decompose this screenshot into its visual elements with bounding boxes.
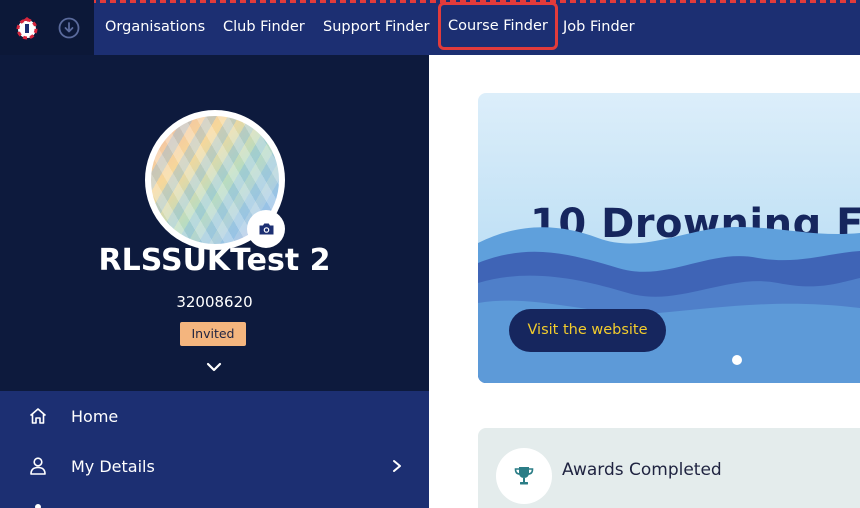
top-navigation-bar: Organisations Club Finder Support Finder… xyxy=(0,0,860,55)
sidebar-item-home[interactable]: Home xyxy=(0,391,429,441)
sidebar-menu: Home My Details xyxy=(0,391,429,508)
home-icon xyxy=(29,408,47,424)
sidebar-item-my-details[interactable]: My Details xyxy=(0,441,429,491)
chevron-right-icon xyxy=(393,460,401,472)
user-name: RLSSUKTest 2 xyxy=(98,243,331,278)
carousel-dot[interactable] xyxy=(732,355,742,365)
nav-support-finder[interactable]: Support Finder xyxy=(323,0,430,55)
nav-organisations[interactable]: Organisations xyxy=(105,0,205,55)
status-badge: Invited xyxy=(180,322,246,346)
awards-completed-card[interactable]: Awards Completed xyxy=(478,428,860,508)
profile-sidebar: RLSSUKTest 2 32008620 Invited Home My De… xyxy=(0,55,429,508)
menu-item-icon xyxy=(35,504,41,508)
avatar-container xyxy=(145,110,285,250)
sidebar-item-partial[interactable] xyxy=(0,491,429,508)
download-circle-icon[interactable] xyxy=(58,17,80,39)
visit-website-button[interactable]: Visit the website xyxy=(509,309,666,352)
nav-club-finder[interactable]: Club Finder xyxy=(223,0,305,55)
waves-illustration xyxy=(478,226,860,383)
sidebar-item-label: Home xyxy=(71,406,119,426)
camera-icon xyxy=(259,223,273,235)
trophy-badge xyxy=(496,448,552,504)
hero-banner[interactable]: 10 Drowning Fa Visit the website xyxy=(478,93,860,383)
trophy-icon xyxy=(514,467,534,485)
rlss-logo-icon[interactable] xyxy=(14,15,40,41)
member-id: 32008620 xyxy=(176,293,253,311)
nav-job-finder[interactable]: Job Finder xyxy=(563,0,635,55)
awards-completed-label: Awards Completed xyxy=(562,460,722,480)
sidebar-item-label: My Details xyxy=(71,456,155,476)
nav-course-finder[interactable]: Course Finder xyxy=(438,2,558,50)
person-icon xyxy=(30,457,46,475)
brand-area xyxy=(0,0,94,55)
main-content: 10 Drowning Fa Visit the website Awards … xyxy=(429,55,860,508)
chevron-down-icon[interactable] xyxy=(205,360,223,374)
